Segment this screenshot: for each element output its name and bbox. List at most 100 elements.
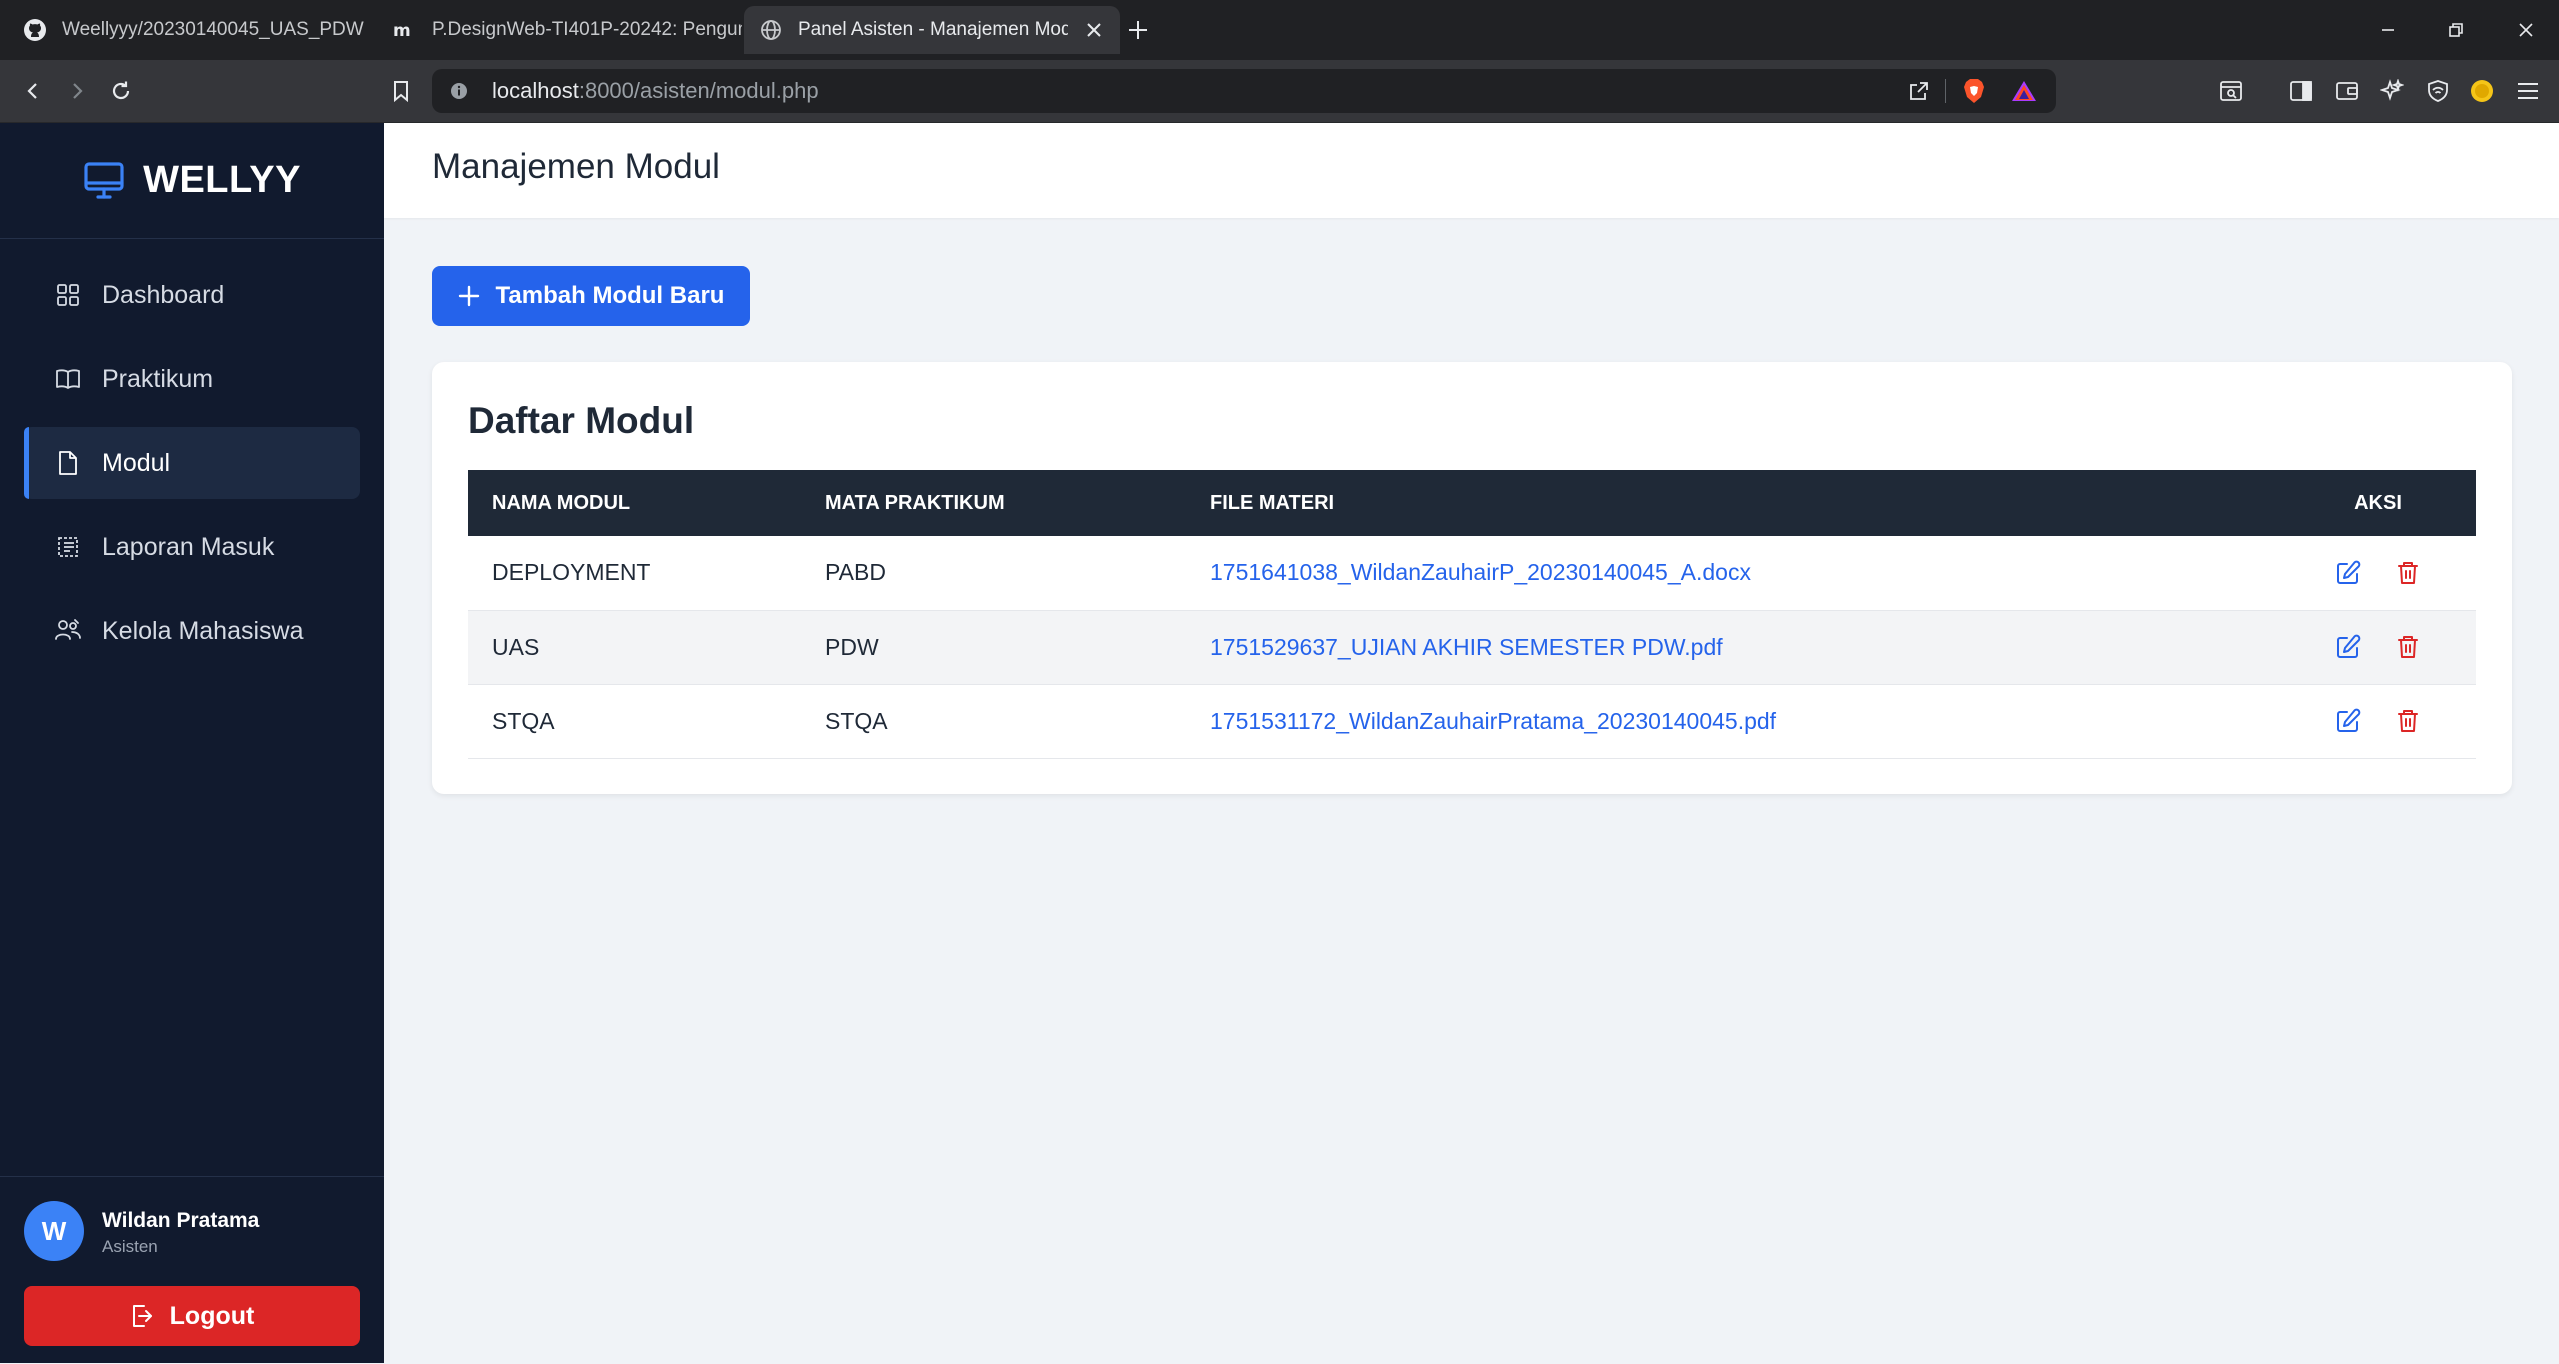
close-window-button[interactable] <box>2506 14 2546 46</box>
edit-icon[interactable] <box>2333 632 2363 662</box>
logout-icon <box>130 1303 154 1329</box>
monitor-icon <box>83 161 125 201</box>
cell-mata-praktikum: STQA <box>825 707 888 734</box>
column-header-file-materi: FILE MATERI <box>1210 491 1335 514</box>
share-icon[interactable] <box>1904 76 1934 106</box>
table-row: UAS PDW 1751529637_UJIAN AKHIR SEMESTER … <box>468 610 2476 684</box>
brave-rewards-icon[interactable] <box>2009 76 2039 106</box>
column-header-nama-modul: NAMA MODUL <box>492 491 631 514</box>
new-tab-button[interactable] <box>1124 16 1152 44</box>
row-actions <box>2304 632 2452 662</box>
cell-actions <box>2280 536 2476 610</box>
sidebar-item-praktikum[interactable]: Praktikum <box>24 343 360 415</box>
users-icon <box>54 617 82 645</box>
tab-title: Panel Asisten - Manajemen Mod <box>798 19 1068 40</box>
document-icon <box>54 449 82 477</box>
url-host: localhost <box>492 78 579 103</box>
tab-title: Weellyyy/20230140045_UAS_PDW <box>62 19 364 40</box>
brand[interactable]: WELLYY <box>0 123 384 239</box>
browser-tab-moodle[interactable]: m P.DesignWeb-TI401P-20242: Pengum <box>380 6 742 54</box>
brand-name: WELLYY <box>143 159 301 201</box>
sidebar-item-label: Dashboard <box>102 280 225 309</box>
report-icon <box>54 533 82 561</box>
address-bar-divider <box>1945 79 1946 103</box>
forward-icon[interactable] <box>60 74 94 108</box>
file-link[interactable]: 1751641038_WildanZauhairP_20230140045_A.… <box>1210 559 1751 585</box>
sidebar-item-modul[interactable]: Modul <box>24 427 360 499</box>
trash-icon[interactable] <box>2393 558 2423 588</box>
url-text[interactable]: localhost:8000/asisten/modul.php <box>492 69 819 113</box>
sidebar-toggle-icon[interactable] <box>2284 74 2318 108</box>
bookmark-icon[interactable] <box>384 74 418 108</box>
page-header: Manajemen Modul <box>384 123 2559 218</box>
menu-icon[interactable] <box>2511 74 2545 108</box>
column-header-aksi: AKSI <box>2354 491 2402 514</box>
browser-tab-github[interactable]: Weellyyy/20230140045_UAS_PDW <box>10 6 382 54</box>
tab-title: P.DesignWeb-TI401P-20242: Pengum <box>432 19 742 40</box>
sidebar-item-laporan-masuk[interactable]: Laporan Masuk <box>24 511 360 583</box>
brave-shields-icon[interactable] <box>1959 76 1989 106</box>
github-icon <box>22 17 48 43</box>
table-row: STQA STQA 1751531172_WildanZauhairPratam… <box>468 684 2476 758</box>
browser-tab-active[interactable]: Panel Asisten - Manajemen Mod <box>744 6 1120 54</box>
row-actions <box>2304 558 2452 588</box>
table-row: DEPLOYMENT PABD 1751641038_WildanZauhair… <box>468 536 2476 610</box>
cell-mata-praktikum: PDW <box>825 633 879 660</box>
sidebar-item-dashboard[interactable]: Dashboard <box>24 259 360 331</box>
sidebar-item-label: Modul <box>102 448 171 477</box>
cell-actions <box>2280 610 2476 684</box>
trash-icon[interactable] <box>2393 632 2423 662</box>
browser-toolbar: localhost:8000/asisten/modul.php <box>0 60 2559 123</box>
wallet-icon[interactable] <box>2330 74 2364 108</box>
globe-icon <box>758 17 784 43</box>
sidebar-item-label: Laporan Masuk <box>102 532 275 561</box>
table-header-row: NAMA MODUL MATA PRAKTIKUM FILE MATERI AK… <box>468 470 2476 536</box>
file-link[interactable]: 1751531172_WildanZauhairPratama_20230140… <box>1210 708 1776 734</box>
site-info-icon[interactable] <box>444 76 474 106</box>
avatar: W <box>24 1201 84 1261</box>
restore-button[interactable] <box>2436 14 2476 46</box>
svg-text:m: m <box>393 21 411 41</box>
minimize-button[interactable] <box>2368 14 2408 46</box>
card-title: Daftar Modul <box>468 400 695 441</box>
page-title: Manajemen Modul <box>432 147 720 186</box>
edit-icon[interactable] <box>2333 706 2363 736</box>
sidebar-item-label: Kelola Mahasiswa <box>102 616 304 645</box>
grid-icon <box>54 281 82 309</box>
vpn-shield-icon[interactable] <box>2421 74 2455 108</box>
back-icon[interactable] <box>16 74 50 108</box>
user-panel: W Wildan Pratama Asisten Logout <box>0 1176 384 1364</box>
cell-nama-modul: UAS <box>492 633 540 660</box>
edit-icon[interactable] <box>2333 558 2363 588</box>
sidebar: WELLYY Dashboard Praktikum Modul Laporan… <box>0 123 384 1363</box>
sidebar-item-label: Praktikum <box>102 364 214 393</box>
address-bar[interactable]: localhost:8000/asisten/modul.php <box>432 69 2056 113</box>
reload-icon[interactable] <box>104 74 138 108</box>
browser-tab-bar: Weellyyy/20230140045_UAS_PDW m P.DesignW… <box>0 0 2559 60</box>
cell-file-materi: 1751641038_WildanZauhairP_20230140045_A.… <box>1186 536 2280 610</box>
profile-icon[interactable] <box>2465 74 2499 108</box>
add-module-label: Tambah Modul Baru <box>495 282 725 309</box>
cell-file-materi: 1751531172_WildanZauhairPratama_20230140… <box>1186 684 2280 758</box>
module-list-card: Daftar Modul NAMA MODUL MATA PRAKTIKUM F… <box>432 362 2512 794</box>
logout-button[interactable]: Logout <box>24 1286 360 1346</box>
plus-icon <box>458 285 480 307</box>
sidebar-item-kelola-mahasiswa[interactable]: Kelola Mahasiswa <box>24 595 360 667</box>
module-table: NAMA MODUL MATA PRAKTIKUM FILE MATERI AK… <box>468 470 2476 759</box>
sidebar-nav: Dashboard Praktikum Modul Laporan Masuk … <box>24 259 360 679</box>
logout-label: Logout <box>169 1301 255 1330</box>
cell-file-materi: 1751529637_UJIAN AKHIR SEMESTER PDW.pdf <box>1186 610 2280 684</box>
column-header-mata-praktikum: MATA PRAKTIKUM <box>825 491 1005 514</box>
tab-search-icon[interactable] <box>2214 74 2248 108</box>
url-path: :8000/asisten/modul.php <box>578 78 819 103</box>
trash-icon[interactable] <box>2393 706 2423 736</box>
close-icon[interactable] <box>1082 18 1106 42</box>
cell-nama-modul: DEPLOYMENT <box>492 559 651 586</box>
leo-ai-icon[interactable] <box>2375 74 2409 108</box>
cell-mata-praktikum: PABD <box>825 559 886 586</box>
cell-actions <box>2280 684 2476 758</box>
cell-nama-modul: STQA <box>492 707 555 734</box>
file-link[interactable]: 1751529637_UJIAN AKHIR SEMESTER PDW.pdf <box>1210 634 1723 660</box>
add-module-button[interactable]: Tambah Modul Baru <box>432 266 750 326</box>
moodle-icon: m <box>392 17 418 43</box>
